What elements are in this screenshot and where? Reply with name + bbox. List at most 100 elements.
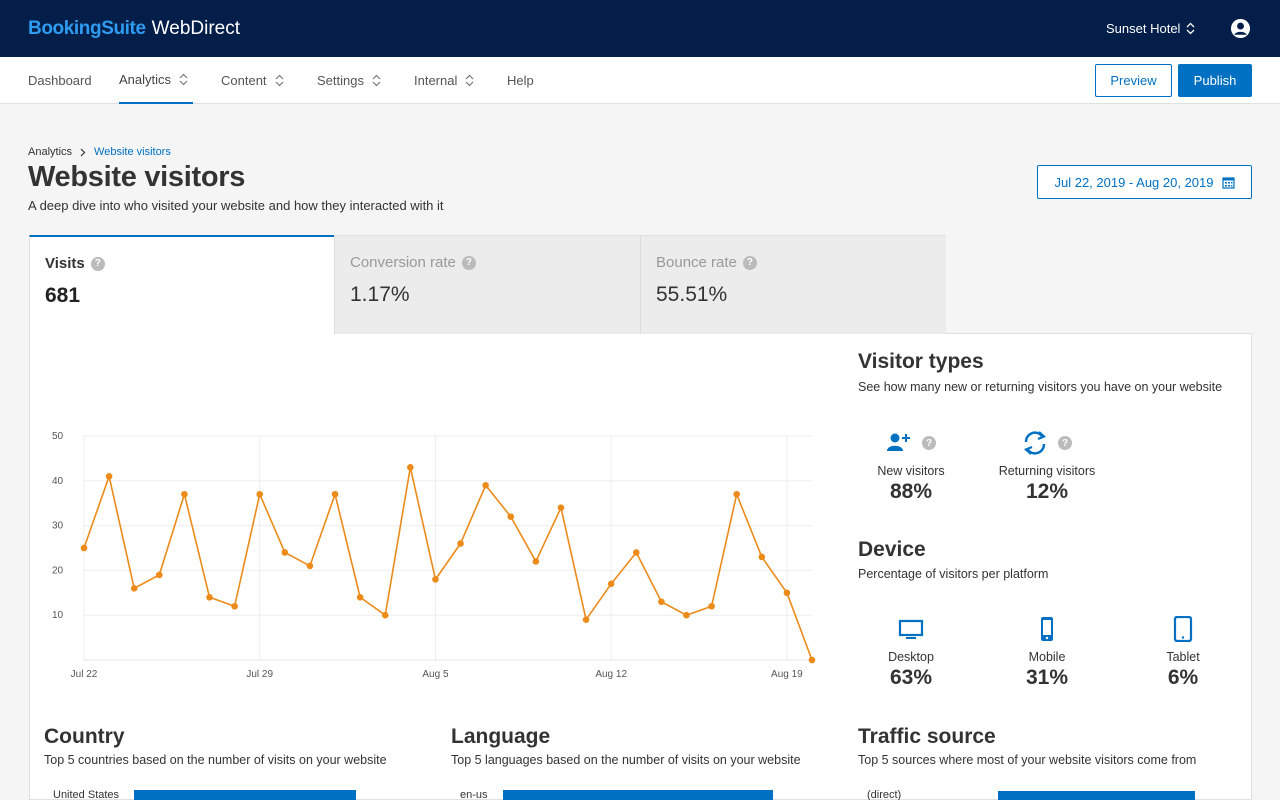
chevron-updown-icon xyxy=(275,74,283,87)
chevron-right-icon xyxy=(80,148,86,156)
data-point xyxy=(231,602,238,610)
nav-content[interactable]: Content xyxy=(221,57,284,104)
visits-line-chart: 10 20 30 40 50 Jul 22 Jul 29 Aug 5 Aug 12 Aug 19 xyxy=(52,431,816,680)
data-point xyxy=(457,540,464,547)
y-tick-label: 30 xyxy=(52,521,64,532)
language-subtitle: Top 5 languages based on the number of v… xyxy=(451,753,801,767)
country-title: Country xyxy=(44,725,125,748)
chevron-updown-icon xyxy=(179,73,188,86)
date-range-value: Jul 22, 2019 - Aug 20, 2019 xyxy=(1054,174,1214,190)
metric-value: 1.17% xyxy=(350,283,410,306)
date-range-picker[interactable]: Jul 22, 2019 - Aug 20, 2019 xyxy=(1037,165,1252,199)
help-icon[interactable]: ? xyxy=(90,256,105,271)
main-nav: Dashboard Analytics Content Settings Int… xyxy=(0,57,1280,104)
data-point xyxy=(130,585,138,592)
chevron-updown-icon xyxy=(372,74,381,87)
data-point xyxy=(607,580,615,588)
publish-button[interactable]: Publish xyxy=(1178,64,1252,97)
nav-analytics[interactable]: Analytics xyxy=(119,57,193,104)
x-tick-label: Aug 12 xyxy=(595,669,627,680)
data-point xyxy=(356,593,364,601)
help-icon[interactable]: ? xyxy=(1058,436,1072,450)
bar-label: United States xyxy=(53,789,120,800)
tab-conversion-rate[interactable]: Conversion rate? 1.17% xyxy=(334,235,641,334)
data-point xyxy=(206,593,213,601)
bar-label: en-us xyxy=(460,789,488,800)
returning-visitors-stat: ? Returning visitors 12% xyxy=(987,430,1107,504)
tab-visits[interactable]: Visits? 681 xyxy=(29,235,335,334)
desktop-stat: Desktop 63% xyxy=(851,616,971,690)
metric-label: Conversion rate xyxy=(350,254,456,271)
nav-label: Content xyxy=(221,73,267,88)
metric-value: 55.51% xyxy=(656,283,728,306)
breadcrumb-current[interactable]: Website visitors xyxy=(94,146,171,158)
help-icon[interactable]: ? xyxy=(922,436,936,450)
panel-divider xyxy=(945,333,1252,334)
nav-label: Settings xyxy=(317,73,364,88)
x-tick-label: Aug 5 xyxy=(422,669,449,680)
data-point xyxy=(582,616,590,623)
hotel-name: Sunset Hotel xyxy=(1106,21,1181,36)
visitor-types-title: Visitor types xyxy=(858,350,984,373)
device-subtitle: Percentage of visitors per platform xyxy=(858,567,1049,581)
refresh-icon xyxy=(1023,431,1047,455)
country-bar-row: United States xyxy=(53,789,356,800)
data-point xyxy=(482,481,489,489)
data-point xyxy=(306,562,314,570)
x-tick-label: Aug 19 xyxy=(771,669,803,680)
stat-value: 12% xyxy=(1025,480,1069,503)
data-point xyxy=(507,513,515,520)
y-tick-label: 20 xyxy=(52,565,64,576)
data-point xyxy=(331,490,339,498)
preview-button[interactable]: Preview xyxy=(1095,64,1172,97)
data-point xyxy=(281,549,289,556)
data-point xyxy=(80,544,88,552)
help-icon[interactable]: ? xyxy=(461,255,476,270)
brand-logo[interactable]: BookingSuite WebDirect xyxy=(28,18,240,40)
data-point xyxy=(105,473,113,480)
nav-settings[interactable]: Settings xyxy=(317,57,381,104)
new-visitors-stat: ? New visitors 88% xyxy=(851,430,971,504)
breadcrumb: Analytics Website visitors xyxy=(28,146,171,158)
data-point xyxy=(381,611,389,619)
country-bar xyxy=(134,789,356,800)
language-bar-row: en-us xyxy=(460,789,773,800)
nav-label: Analytics xyxy=(119,72,172,87)
traffic-bar-row: (direct) xyxy=(867,787,1195,800)
data-point xyxy=(783,589,791,597)
data-point xyxy=(683,611,690,619)
desktop-icon xyxy=(898,619,924,639)
breadcrumb-parent[interactable]: Analytics xyxy=(28,146,72,158)
nav-label: Internal xyxy=(414,73,458,88)
data-point xyxy=(532,558,540,565)
chevron-updown-icon xyxy=(465,74,474,87)
country-subtitle: Top 5 countries based on the number of v… xyxy=(44,753,387,767)
account-icon[interactable] xyxy=(1230,18,1251,39)
y-tick-label: 50 xyxy=(52,431,64,442)
data-point xyxy=(758,553,766,561)
nav-internal[interactable]: Internal xyxy=(414,57,474,104)
help-icon[interactable]: ? xyxy=(742,255,757,270)
nav-help[interactable]: Help xyxy=(507,57,534,104)
series-line-visits xyxy=(83,466,813,661)
data-point xyxy=(708,602,715,610)
top-bar: BookingSuite WebDirect Sunset Hotel xyxy=(0,0,1280,57)
calendar-icon xyxy=(1221,176,1235,189)
data-point xyxy=(632,549,640,556)
nav-dashboard[interactable]: Dashboard xyxy=(28,57,92,104)
metric-value: 681 xyxy=(45,284,81,307)
visitor-types-subtitle: See how many new or returning visitors y… xyxy=(858,380,1223,394)
add-user-icon xyxy=(887,433,910,451)
data-point xyxy=(658,598,665,606)
chevron-updown-icon xyxy=(1186,22,1195,35)
x-tick-label: Jul 22 xyxy=(71,669,98,680)
hotel-selector[interactable]: Sunset Hotel xyxy=(1106,21,1195,36)
language-title: Language xyxy=(451,725,551,748)
page-subtitle: A deep dive into who visited your websit… xyxy=(28,198,444,213)
tab-bounce-rate[interactable]: Bounce rate? 55.51% xyxy=(640,235,946,334)
data-point xyxy=(733,490,740,498)
stat-label: New visitors xyxy=(877,464,945,478)
traffic-bar xyxy=(998,791,1195,800)
stat-label: Desktop xyxy=(888,650,934,664)
tablet-icon xyxy=(1173,616,1193,642)
